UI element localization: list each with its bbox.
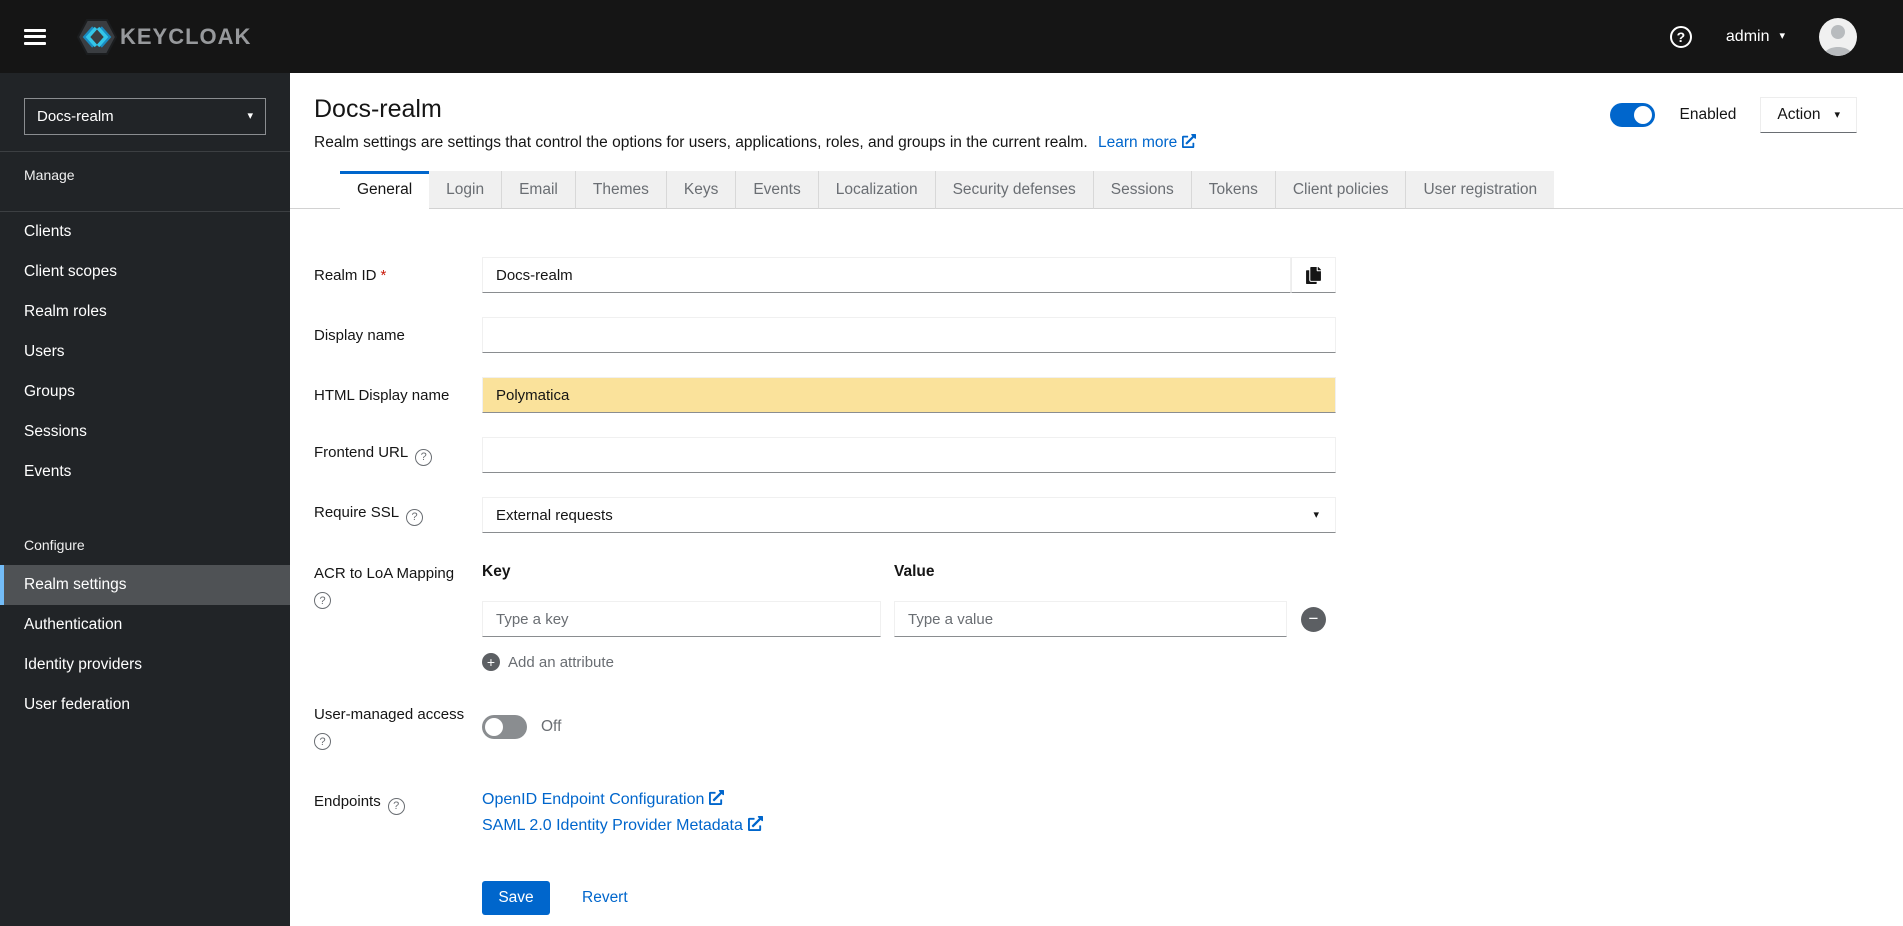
tab-sessions[interactable]: Sessions (1093, 171, 1192, 209)
sidebar-item-events[interactable]: Events (0, 452, 290, 492)
require-ssl-label: Require SSL? (314, 504, 482, 526)
username: admin (1725, 27, 1770, 45)
required-marker: * (380, 266, 387, 284)
plus-circle-icon: + (482, 653, 500, 671)
realm-enabled-toggle[interactable] (1610, 103, 1656, 127)
masthead: KEYCLOAK ? admin ▾ (0, 0, 1903, 73)
tab-themes[interactable]: Themes (575, 171, 667, 209)
page-description: Realm settings are settings that control… (314, 134, 1857, 152)
main-content: Docs-realm Realm settings are settings t… (290, 73, 1903, 926)
endpoints-label: Endpoints? (314, 790, 482, 835)
tab-tokens[interactable]: Tokens (1191, 171, 1276, 209)
save-button[interactable]: Save (482, 881, 550, 915)
tab-security-defenses[interactable]: Security defenses (935, 171, 1094, 209)
tab-keys[interactable]: Keys (666, 171, 737, 209)
external-link-icon (1182, 134, 1197, 148)
realm-id-input[interactable] (482, 257, 1291, 293)
sidebar-nav: Docs-realm ▾ Manage Clients Client scope… (0, 73, 290, 926)
sidebar-item-sessions[interactable]: Sessions (0, 412, 290, 452)
sidebar-item-authentication[interactable]: Authentication (0, 605, 290, 645)
copy-button[interactable] (1291, 257, 1336, 293)
tab-localization[interactable]: Localization (818, 171, 936, 209)
sidebar-item-realm-roles[interactable]: Realm roles (0, 292, 290, 332)
tab-email[interactable]: Email (502, 171, 576, 209)
acr-key-input[interactable] (482, 601, 881, 637)
sidebar-item-user-federation[interactable]: User federation (0, 685, 290, 725)
require-ssl-select[interactable]: External requests ▾ (482, 497, 1336, 533)
caret-down-icon: ▾ (1834, 108, 1840, 121)
caret-down-icon: ▾ (1779, 30, 1785, 42)
realm-selector[interactable]: Docs-realm ▾ (24, 98, 266, 135)
remove-attribute-button minus-circle-icon[interactable]: − (1301, 606, 1326, 632)
user-dropdown[interactable]: admin ▾ (1726, 28, 1785, 46)
help-icon[interactable]: ? (314, 592, 331, 609)
tab-events[interactable]: Events (736, 171, 819, 209)
general-settings-form: Realm ID* Display name HTML Display name (290, 209, 1903, 915)
user-managed-access-toggle[interactable] (482, 714, 527, 739)
avatar[interactable] (1819, 17, 1857, 56)
external-link-icon (747, 816, 763, 831)
tab-user-registration[interactable]: User registration (1406, 171, 1555, 209)
sidebar-item-groups[interactable]: Groups (0, 372, 290, 412)
help-icon[interactable]: ? (1669, 25, 1692, 48)
display-name-input[interactable] (482, 317, 1336, 353)
sidebar-item-users[interactable]: Users (0, 332, 290, 372)
sidebar-item-clients[interactable]: Clients (0, 212, 290, 252)
value-column-header: Value (894, 563, 935, 580)
help-icon[interactable]: ? (406, 508, 424, 526)
acr-loa-mapping-label: ACR to LoA Mapping ? (314, 563, 482, 671)
sidebar-item-identity-providers[interactable]: Identity providers (0, 645, 290, 685)
help-icon[interactable]: ? (415, 448, 433, 466)
tab-login[interactable]: Login (429, 171, 503, 209)
require-ssl-value: External requests (496, 506, 613, 524)
display-name-label: Display name (314, 326, 405, 344)
sidebar-item-realm-settings[interactable]: Realm settings (0, 565, 290, 605)
nav-section-manage: Manage (24, 167, 75, 183)
realm-id-label: Realm ID * (314, 266, 387, 284)
help-icon[interactable]: ? (314, 733, 331, 750)
saml-metadata-link[interactable]: SAML 2.0 Identity Provider Metadata (482, 816, 1336, 835)
caret-down-icon: ▾ (1313, 508, 1319, 521)
user-managed-access-state: Off (541, 717, 562, 735)
html-display-name-label: HTML Display name (314, 386, 450, 404)
external-link-icon (709, 790, 725, 805)
help-icon[interactable]: ? (387, 797, 405, 815)
keycloak-logo: KEYCLOAK (76, 18, 251, 56)
copy-icon (1306, 266, 1321, 284)
learn-more-link[interactable]: Learn more (1098, 134, 1197, 151)
html-display-name-input[interactable] (482, 377, 1336, 413)
revert-button[interactable]: Revert (582, 889, 628, 907)
caret-down-icon: ▾ (247, 110, 253, 122)
tab-client-policies[interactable]: Client policies (1275, 171, 1407, 209)
frontend-url-label: Frontend URL? (314, 444, 482, 466)
enabled-label: Enabled (1679, 106, 1737, 123)
frontend-url-input[interactable] (482, 437, 1336, 473)
user-managed-access-label: User-managed access ? (314, 703, 482, 750)
realm-selector-value: Docs-realm (37, 108, 114, 125)
action-dropdown[interactable]: Action ▾ (1760, 97, 1857, 133)
person-icon (1824, 24, 1852, 56)
key-column-header: Key (482, 563, 511, 580)
realm-settings-tabs: General Login Email Themes Keys Events L… (290, 171, 1903, 209)
add-attribute-button[interactable]: + Add an attribute (482, 653, 1336, 671)
sidebar-item-client-scopes[interactable]: Client scopes (0, 252, 290, 292)
tab-general[interactable]: General (340, 171, 430, 209)
openid-endpoint-configuration-link[interactable]: OpenID Endpoint Configuration (482, 790, 1336, 809)
nav-section-configure: Configure (24, 537, 85, 553)
brand-name: KEYCLOAK (120, 23, 252, 49)
hamburger-menu-icon[interactable] (24, 28, 46, 45)
keycloak-hexagon-icon (76, 18, 118, 55)
acr-value-input[interactable] (894, 601, 1287, 637)
